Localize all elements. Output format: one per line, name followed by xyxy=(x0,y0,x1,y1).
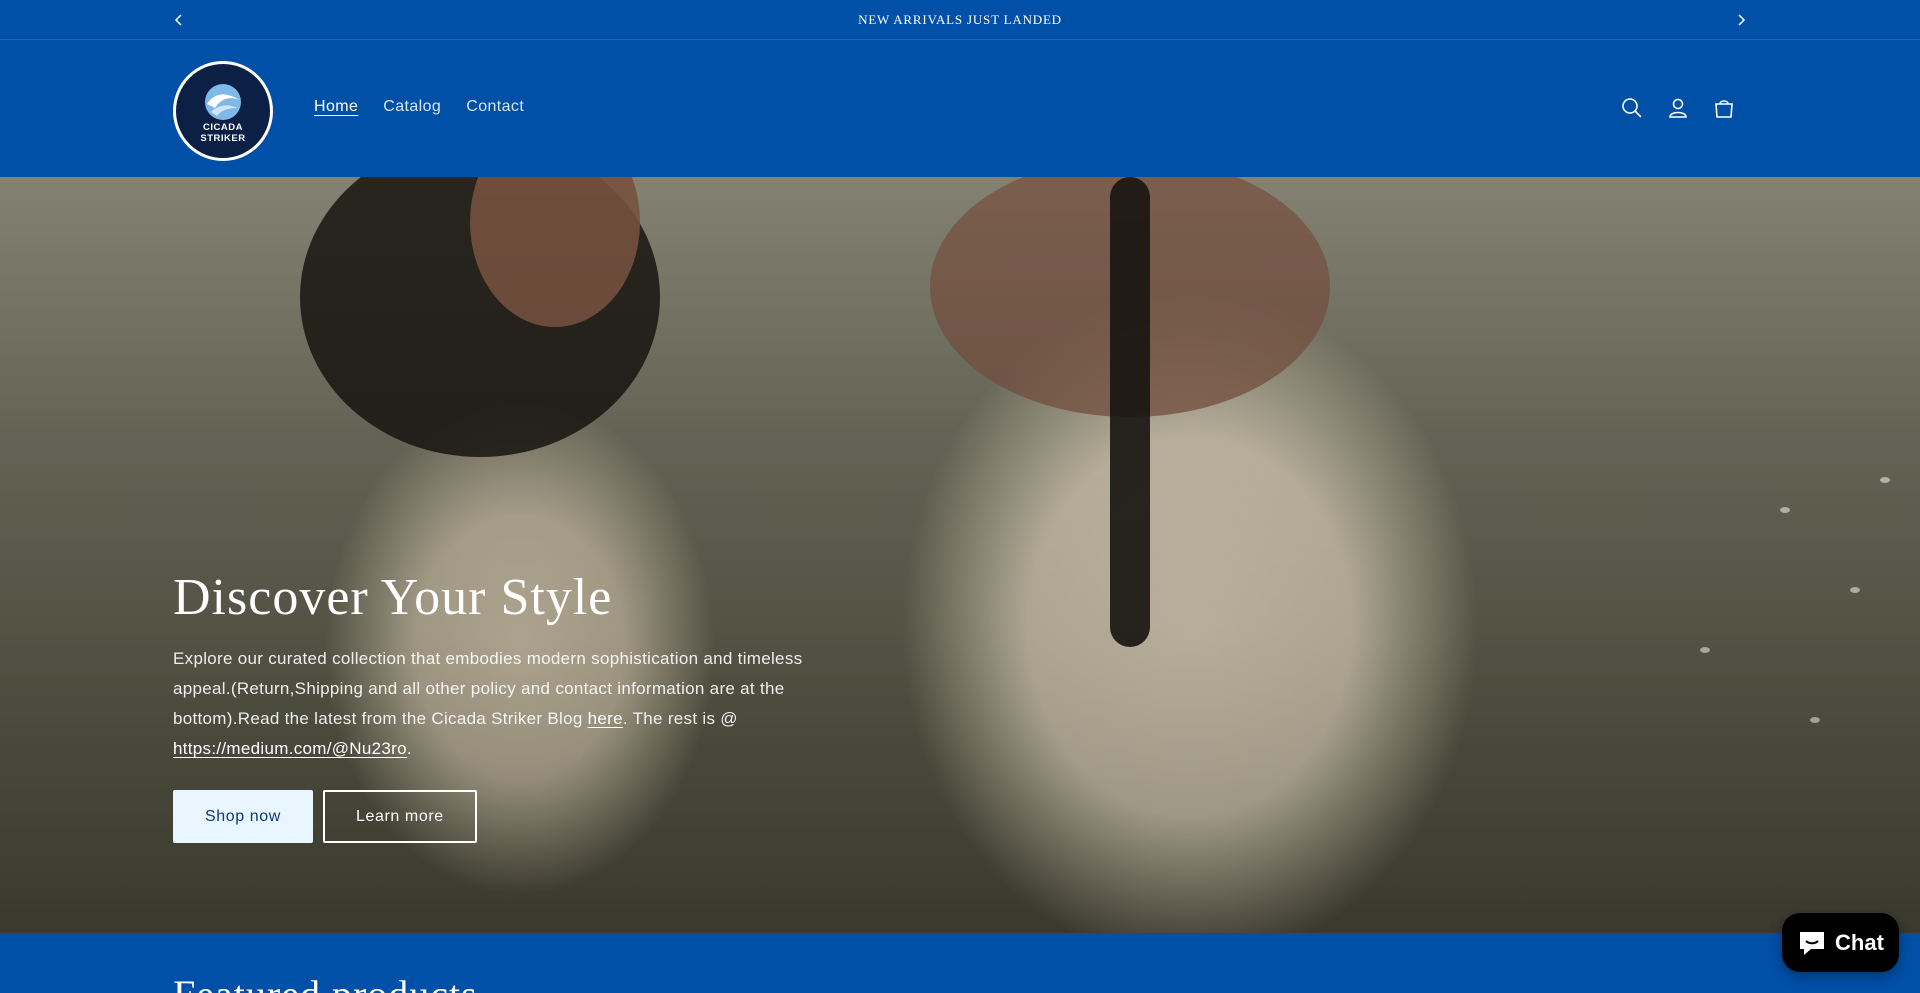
logo-text: CICADA STRIKER xyxy=(200,122,246,144)
account-button[interactable] xyxy=(1666,96,1690,120)
hero-buttons: Shop now Learn more xyxy=(173,790,873,844)
nav-contact[interactable]: Contact xyxy=(466,98,524,116)
announcement-next-button[interactable] xyxy=(1729,8,1753,32)
account-icon xyxy=(1669,98,1687,118)
hero-description: Explore our curated collection that embo… xyxy=(173,644,853,764)
hero-text-part: . The rest is @ xyxy=(622,709,738,729)
hero-banner: Discover Your Style Explore our curated … xyxy=(0,177,1920,933)
chevron-left-icon xyxy=(174,14,182,26)
main-nav: Home Catalog Contact xyxy=(314,98,524,116)
search-button[interactable] xyxy=(1620,96,1644,120)
chevron-right-icon xyxy=(1738,14,1746,26)
blog-link[interactable]: here xyxy=(588,709,623,728)
wave-logo-icon xyxy=(205,84,241,120)
learn-more-button[interactable]: Learn more xyxy=(322,790,477,844)
announcement-message: NEW ARRIVALS JUST LANDED xyxy=(858,11,1062,27)
site-logo[interactable]: CICADA STRIKER xyxy=(173,61,273,161)
shop-now-button[interactable]: Shop now xyxy=(173,790,313,844)
announcement-prev-button[interactable] xyxy=(167,8,191,32)
chat-button[interactable]: Chat xyxy=(1782,913,1899,972)
cart-icon xyxy=(1715,100,1733,118)
logo-wordmark: CICADA STRIKER xyxy=(200,122,245,144)
hero-content: Discover Your Style Explore our curated … xyxy=(173,569,873,844)
hero-text-part: . xyxy=(406,739,412,759)
featured-title: Featured products xyxy=(173,971,478,993)
chat-bubble-icon xyxy=(1800,931,1825,955)
site-header: CICADA STRIKER Home Catalog Contact xyxy=(0,40,1920,177)
featured-section: Featured products xyxy=(0,933,1920,993)
hero-title: Discover Your Style xyxy=(173,569,613,626)
header-actions xyxy=(1620,96,1736,120)
medium-link[interactable]: https://medium.com/@Nu23ro xyxy=(173,739,407,758)
cart-button[interactable] xyxy=(1712,96,1736,120)
nav-catalog[interactable]: Catalog xyxy=(383,98,441,116)
search-icon xyxy=(1622,98,1642,118)
chat-label: Chat xyxy=(1835,929,1884,955)
announcement-bar: NEW ARRIVALS JUST LANDED xyxy=(0,0,1920,40)
nav-home[interactable]: Home xyxy=(314,98,358,116)
